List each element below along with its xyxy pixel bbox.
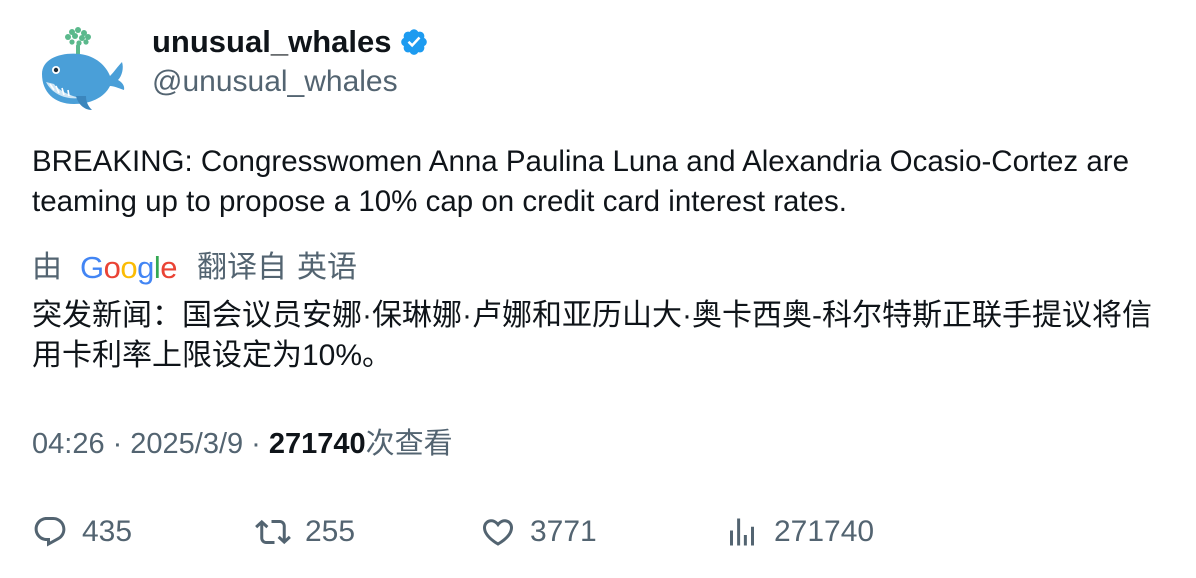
- retweet-count: 255: [305, 515, 356, 548]
- reply-count: 435: [82, 515, 133, 548]
- tweet-meta: 04:26 · 2025/3/9 · 271740 次查看: [32, 424, 453, 464]
- translated-text: 突发新闻：国会议员安娜·保琳娜·卢娜和亚历山大·奥卡西奥-科尔特斯正联手提议将信…: [32, 299, 1152, 372]
- meta-separator: ·: [251, 428, 261, 460]
- reply-icon: [34, 517, 66, 547]
- author-handle[interactable]: @unusual_whales: [152, 62, 398, 102]
- tweet-date[interactable]: 2025/3/9: [130, 424, 243, 464]
- google-logo: Google: [80, 250, 178, 285]
- tweet-time[interactable]: 04:26: [32, 424, 105, 464]
- reply-button[interactable]: 435: [32, 510, 132, 554]
- meta-separator: ·: [112, 428, 123, 460]
- translation-source-language[interactable]: 英语: [297, 248, 357, 288]
- action-bar: 435 255 3771 271740: [0, 510, 1196, 554]
- views-action-count: 271740: [774, 515, 875, 548]
- views-button[interactable]: 271740: [724, 510, 874, 554]
- analytics-icon: [730, 518, 754, 546]
- heart-icon: [482, 519, 514, 546]
- views-count: 271740: [268, 428, 366, 460]
- tweet-detail: unusual_whales @unusual_whales BREAKING:…: [0, 0, 1196, 578]
- views-label: 次查看: [365, 428, 453, 460]
- like-count: 3771: [530, 515, 597, 548]
- translation-from-label: 翻译自: [197, 251, 288, 284]
- translation-attribution: 由 Google 翻译自 英语: [32, 248, 357, 288]
- translation-prefix: 由: [32, 251, 62, 284]
- author-name-row[interactable]: unusual_whales: [152, 22, 429, 62]
- retweet-button[interactable]: 255: [255, 510, 355, 554]
- verified-badge-icon: [401, 29, 428, 55]
- whale-avatar-icon: [42, 27, 125, 110]
- retweet-icon: [255, 519, 291, 545]
- author-avatar[interactable]: [32, 24, 128, 120]
- tweet-text: BREAKING: Congresswomen Anna Paulina Lun…: [32, 145, 1130, 218]
- like-button[interactable]: 3771: [480, 510, 597, 554]
- author-display-name[interactable]: unusual_whales: [152, 22, 391, 62]
